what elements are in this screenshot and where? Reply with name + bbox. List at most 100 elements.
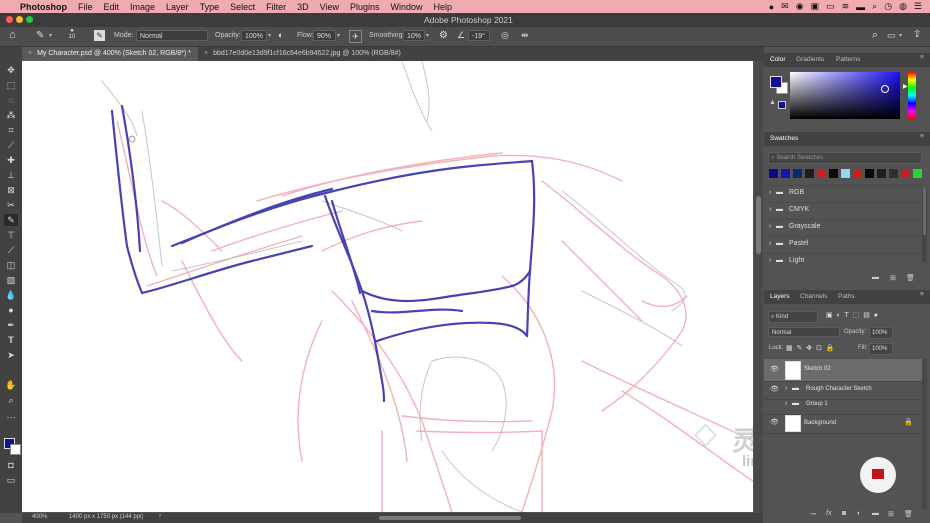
- swatch-chip[interactable]: [793, 169, 802, 178]
- layer-row-background[interactable]: 👁 Background 🔒: [764, 413, 922, 434]
- home-icon[interactable]: ⌂: [9, 29, 16, 41]
- clone-stamp-tool-icon[interactable]: ⊤: [4, 229, 18, 241]
- menu-layer[interactable]: Layer: [166, 2, 189, 12]
- swatch-folder-light[interactable]: › ▬ Light: [764, 253, 922, 270]
- type-filter-icon[interactable]: T: [845, 312, 849, 319]
- move-tool-icon[interactable]: ✥: [4, 64, 18, 76]
- recorder-icon[interactable]: ▣: [811, 1, 820, 12]
- eyedropper-tool-icon[interactable]: ⟋: [4, 139, 18, 151]
- lock-position-icon[interactable]: ✥: [806, 345, 812, 352]
- smart-object-filter-icon[interactable]: ▤: [863, 312, 870, 319]
- panel-menu-icon[interactable]: ≡: [920, 133, 924, 140]
- tab-patterns[interactable]: Patterns: [836, 56, 860, 63]
- swatch-chip[interactable]: [769, 169, 778, 178]
- flag-icon[interactable]: ▬: [856, 2, 865, 12]
- search-icon[interactable]: ⌕: [872, 29, 878, 42]
- lock-pixels-icon[interactable]: ✎: [797, 345, 803, 352]
- color-picker-field[interactable]: [790, 72, 900, 119]
- tab-my-character[interactable]: × My Character.psd @ 400% (Sketch 02, RGB…: [22, 47, 198, 61]
- menu-select[interactable]: Select: [230, 2, 255, 12]
- more-tools-icon[interactable]: ⋯: [4, 411, 18, 423]
- chevron-right-icon[interactable]: ›: [159, 513, 161, 519]
- tab-reference-jpg[interactable]: × bbd17e0d0e13d9f1cf16c64e6b94622.jpg @ 1…: [198, 47, 438, 61]
- hand-tool-icon[interactable]: ✋: [4, 379, 18, 391]
- menu-plugins[interactable]: Plugins: [350, 2, 380, 12]
- chevron-down-icon[interactable]: ▾: [268, 32, 271, 39]
- new-group-icon[interactable]: ▬: [872, 274, 879, 281]
- swatch-chip[interactable]: [781, 169, 790, 178]
- vertical-scrollbar[interactable]: [754, 61, 763, 513]
- menu-edit[interactable]: Edit: [104, 2, 120, 12]
- marquee-tool-icon[interactable]: ⬚: [4, 79, 18, 91]
- panel-menu-icon[interactable]: ≡: [920, 291, 924, 298]
- crop-tool-icon[interactable]: ⌗: [4, 124, 18, 136]
- warning-icon[interactable]: ▲: [769, 99, 776, 106]
- swatches-scrollbar[interactable]: [922, 187, 927, 262]
- filter-toggle-icon[interactable]: ●: [874, 312, 878, 319]
- swatch-folder-cmyk[interactable]: › ▬ CMYK: [764, 202, 922, 219]
- zoom-level[interactable]: 400%: [32, 514, 47, 520]
- adjustment-filter-icon[interactable]: ◐: [837, 312, 841, 319]
- new-swatch-icon[interactable]: ⊞: [890, 274, 896, 282]
- wifi-icon[interactable]: ≋: [842, 1, 850, 12]
- lock-transparent-icon[interactable]: ▦: [786, 345, 793, 352]
- document-info[interactable]: 1400 px x 1750 px (144 ppi): [69, 514, 143, 520]
- swatch-folder-rgb[interactable]: › ▬ RGB: [764, 185, 922, 202]
- document-canvas[interactable]: ◇ 灵感中国 lingganchina.com: [22, 61, 753, 512]
- tab-paths[interactable]: Paths: [838, 293, 855, 300]
- menu-help[interactable]: Help: [434, 2, 453, 12]
- chevron-right-icon[interactable]: ›: [785, 385, 787, 392]
- menu-type[interactable]: Type: [200, 2, 220, 12]
- history-brush-tool-icon[interactable]: ✂: [4, 199, 18, 211]
- share-icon[interactable]: ⇪: [913, 29, 921, 40]
- opacity-field[interactable]: 100%: [241, 30, 267, 41]
- close-icon[interactable]: ×: [28, 50, 32, 57]
- search-icon[interactable]: ⌕: [872, 1, 877, 12]
- clock-icon[interactable]: ◷: [884, 1, 892, 12]
- brush-size-preview[interactable]: ● 10: [66, 28, 78, 40]
- lock-artboard-icon[interactable]: ⊡: [816, 345, 822, 352]
- tab-channels[interactable]: Channels: [800, 293, 827, 300]
- swatch-chip[interactable]: [865, 169, 874, 178]
- chevron-down-icon[interactable]: ▾: [49, 32, 52, 39]
- panel-menu-icon[interactable]: ≡: [920, 54, 924, 61]
- zoom-tool-icon[interactable]: ⌕: [4, 394, 18, 406]
- scrollbar-thumb[interactable]: [756, 196, 761, 254]
- menu-3d[interactable]: 3D: [297, 2, 309, 12]
- background-color-swatch[interactable]: [10, 444, 21, 455]
- frame-tool-icon[interactable]: ⊠: [4, 184, 18, 196]
- menu-window[interactable]: Window: [391, 2, 423, 12]
- image-filter-icon[interactable]: ▣: [826, 312, 833, 319]
- pen-tool-icon[interactable]: ✒: [4, 319, 18, 331]
- menu-view[interactable]: View: [320, 2, 339, 12]
- smoothing-field[interactable]: 10%: [403, 30, 425, 41]
- layers-scrollbar[interactable]: [922, 359, 927, 509]
- swatch-chip[interactable]: [913, 169, 922, 178]
- add-mask-icon[interactable]: ◙: [842, 510, 846, 517]
- swatch-folder-grayscale[interactable]: › ▬ Grayscale: [764, 219, 922, 236]
- blend-mode-select[interactable]: Normal: [768, 327, 840, 337]
- menu-file[interactable]: File: [78, 2, 93, 12]
- swatch-chip[interactable]: [841, 169, 850, 178]
- record-icon[interactable]: ◉: [796, 1, 804, 12]
- chevron-down-icon[interactable]: ▾: [337, 32, 340, 39]
- layer-fill-field[interactable]: 100%: [869, 343, 893, 355]
- lock-icon[interactable]: 🔒: [904, 418, 913, 426]
- chevron-right-icon[interactable]: ›: [785, 400, 787, 407]
- control-center-icon[interactable]: ☰: [914, 1, 922, 12]
- lasso-tool-icon[interactable]: ◌: [4, 94, 18, 106]
- eye-icon[interactable]: 👁: [770, 385, 779, 393]
- new-layer-icon[interactable]: ⊞: [888, 510, 894, 518]
- pressure-opacity-icon[interactable]: ◐: [278, 30, 283, 40]
- menu-app-name[interactable]: Photoshop: [20, 2, 67, 12]
- hue-slider[interactable]: [908, 72, 916, 119]
- swatch-chip[interactable]: [853, 169, 862, 178]
- swatch-chip[interactable]: [889, 169, 898, 178]
- color-foreground-swatch[interactable]: [770, 76, 782, 88]
- layer-row-sketch-02[interactable]: 👁 Sketch 02: [764, 359, 922, 382]
- horizontal-scrollbar-thumb[interactable]: [379, 516, 521, 520]
- swatch-chip[interactable]: [829, 169, 838, 178]
- shape-filter-icon[interactable]: ⬚: [853, 312, 860, 319]
- chevron-down-icon[interactable]: ▾: [899, 32, 902, 39]
- minimize-window-button[interactable]: [16, 16, 23, 23]
